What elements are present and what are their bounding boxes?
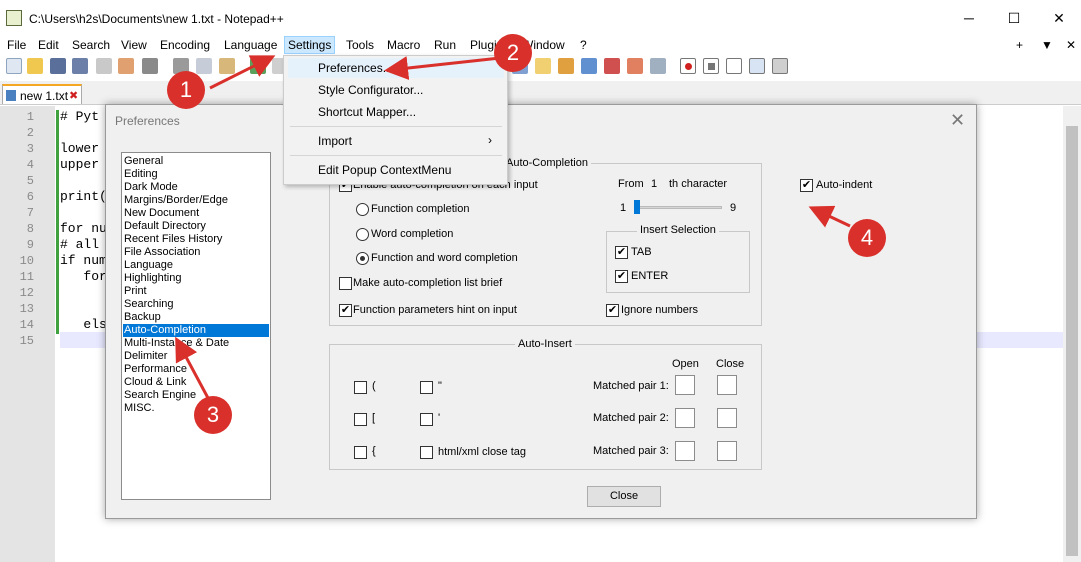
arrow-4 — [808, 205, 851, 228]
annotation-arrows — [175, 55, 851, 399]
step-2-badge: 2 — [494, 34, 532, 72]
arrow-1 — [209, 55, 276, 90]
notepadpp-window: { "window":{"title":"C:\\Users\\h2s\\Doc… — [0, 0, 1081, 562]
step-3-badge: 3 — [194, 396, 232, 434]
arrow-2 — [384, 56, 501, 80]
step-4-badge: 4 — [848, 219, 886, 257]
step-1-badge: 1 — [167, 71, 205, 109]
arrow-3 — [175, 336, 210, 399]
